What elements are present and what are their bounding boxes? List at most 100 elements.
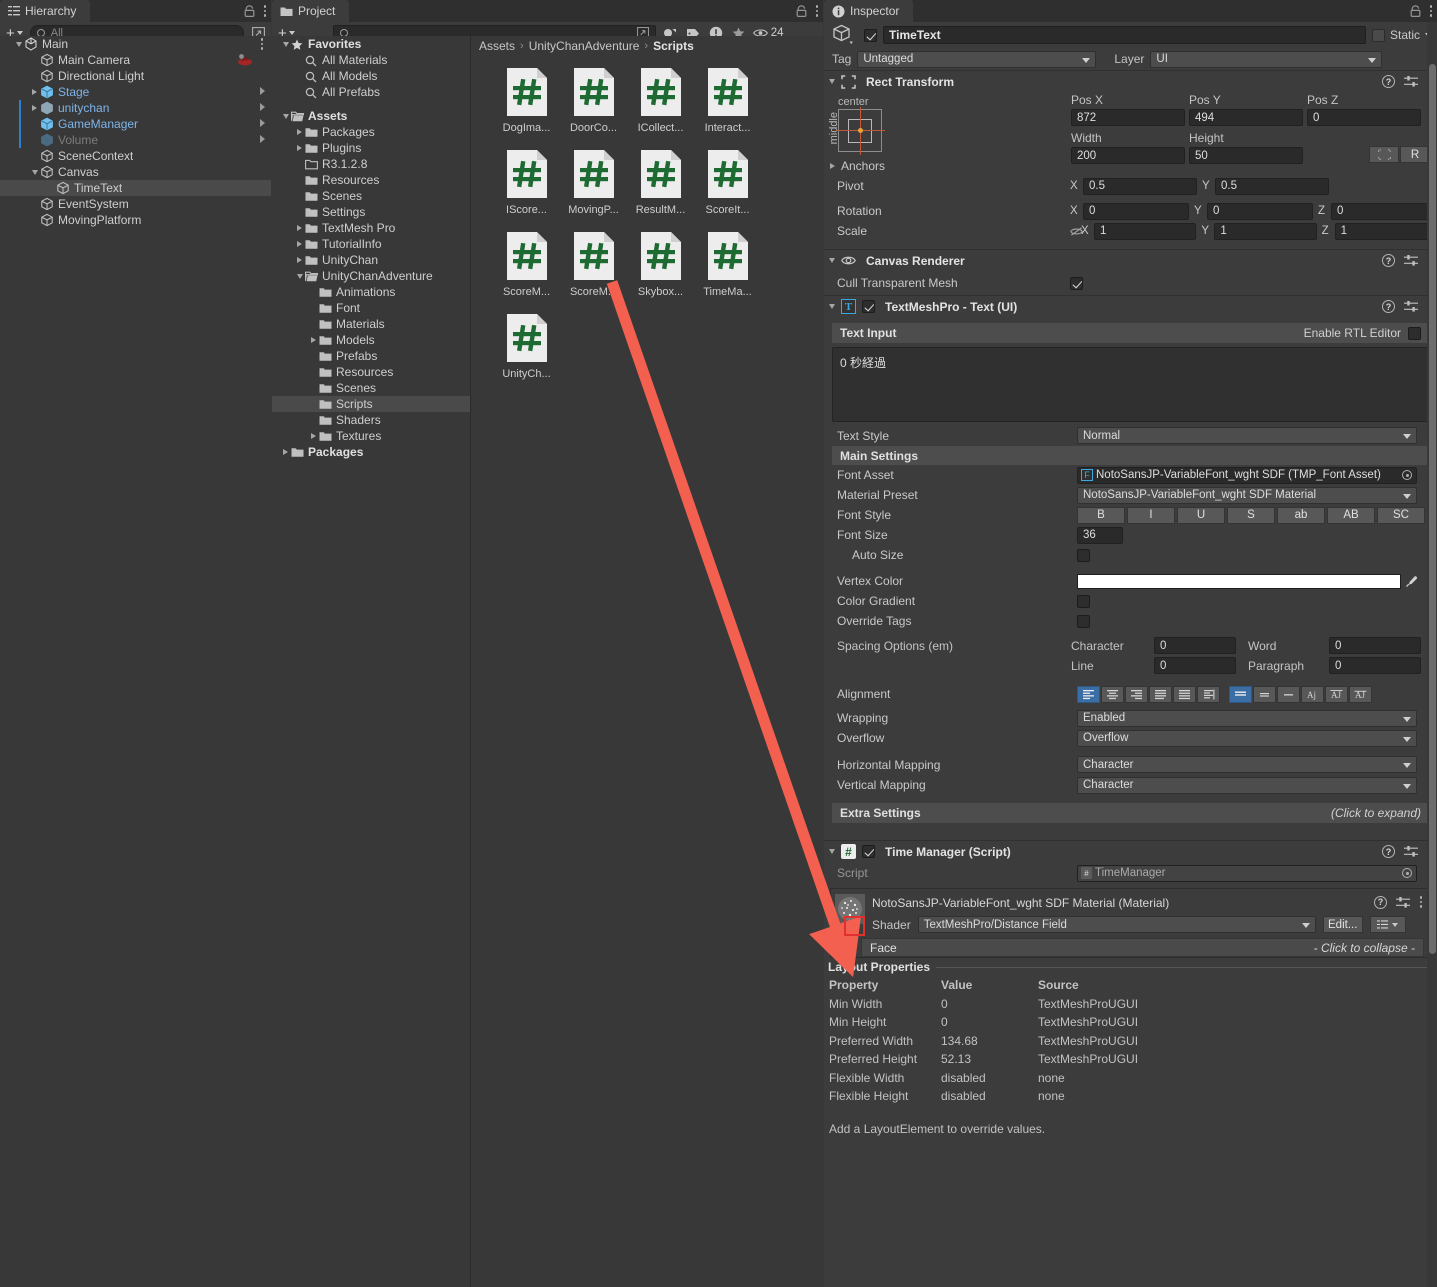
- lock-icon[interactable]: [1410, 5, 1421, 17]
- chevron-right-icon[interactable]: [260, 103, 265, 111]
- gameobject-name-input[interactable]: TimeText: [883, 26, 1366, 44]
- project-menu-icon[interactable]: [815, 4, 819, 18]
- foldout-icon[interactable]: [829, 849, 835, 854]
- foldout-icon[interactable]: [829, 304, 835, 309]
- hierarchy-item[interactable]: Stage: [0, 84, 271, 100]
- component-menu-icon[interactable]: [1419, 895, 1423, 909]
- material-preset-dropdown[interactable]: NotoSansJP-VariableFont_wght SDF Materia…: [1077, 487, 1417, 504]
- breadcrumb-item[interactable]: UnityChanAdventure: [529, 39, 640, 53]
- vertex-color-swatch[interactable]: [1077, 574, 1401, 589]
- project-folder-item[interactable]: Textures: [272, 428, 470, 444]
- align-flush-button[interactable]: [1173, 686, 1196, 703]
- blueprint-mode-button[interactable]: [1369, 146, 1399, 163]
- project-folder-item[interactable]: UnityChan: [272, 252, 470, 268]
- preset-icon[interactable]: [1404, 845, 1418, 858]
- asset-grid-item[interactable]: MovingP...: [560, 148, 627, 216]
- hierarchy-item[interactable]: Volume: [0, 132, 271, 148]
- text-input-textarea[interactable]: 0 秒経過: [832, 347, 1429, 422]
- project-folder-item[interactable]: Scenes: [272, 188, 470, 204]
- asset-grid-item[interactable]: ScoreIt...: [694, 148, 761, 216]
- rotation-y-field[interactable]: 0: [1207, 203, 1313, 220]
- align-top-button[interactable]: [1229, 686, 1252, 703]
- asset-grid-item[interactable]: DogIma...: [493, 66, 560, 134]
- font-style-b-button[interactable]: B: [1077, 507, 1125, 524]
- font-style-sc-button[interactable]: SC: [1377, 507, 1425, 524]
- pos-x-field[interactable]: 872: [1071, 109, 1185, 126]
- spacing-line-field[interactable]: 0: [1154, 657, 1236, 674]
- font-asset-field[interactable]: F NotoSansJP-VariableFont_wght SDF (TMP_…: [1077, 467, 1417, 484]
- scene-menu-icon[interactable]: [260, 37, 264, 51]
- project-folder-item[interactable]: All Models: [272, 68, 470, 84]
- hierarchy-item-selected[interactable]: TimeText: [0, 180, 271, 196]
- align-capline-button[interactable]: AJ: [1349, 686, 1372, 703]
- material-foldout-icon[interactable]: [847, 926, 853, 931]
- shader-dropdown[interactable]: TextMeshPro/Distance Field: [918, 916, 1316, 933]
- breadcrumb-item[interactable]: Assets: [479, 39, 515, 53]
- material-variants-button[interactable]: [1370, 916, 1406, 933]
- project-folder-item[interactable]: Settings: [272, 204, 470, 220]
- scale-x-field[interactable]: 1: [1094, 223, 1196, 240]
- hierarchy-item[interactable]: Canvas: [0, 164, 271, 180]
- hierarchy-item[interactable]: Main: [0, 36, 271, 52]
- height-field[interactable]: 50: [1189, 147, 1303, 164]
- project-folder-item[interactable]: Resources: [272, 364, 470, 380]
- project-folder-item[interactable]: Resources: [272, 172, 470, 188]
- hierarchy-item[interactable]: EventSystem: [0, 196, 271, 212]
- breadcrumb-item[interactable]: Scripts: [653, 39, 694, 53]
- project-folder-item[interactable]: TextMesh Pro: [272, 220, 470, 236]
- chevron-right-icon[interactable]: [260, 119, 265, 127]
- align-center-button[interactable]: [1101, 686, 1124, 703]
- inspector-menu-icon[interactable]: [1429, 4, 1433, 18]
- preset-icon[interactable]: [1404, 75, 1418, 88]
- inspector-scrollbar[interactable]: [1427, 22, 1437, 1287]
- asset-grid-item[interactable]: Skybox...: [627, 230, 694, 298]
- help-icon[interactable]: ?: [1382, 845, 1395, 858]
- override-tags-checkbox[interactable]: [1077, 615, 1090, 628]
- help-icon[interactable]: ?: [1374, 896, 1387, 909]
- preset-icon[interactable]: [1396, 896, 1410, 909]
- project-folder-item[interactable]: Prefabs: [272, 348, 470, 364]
- align-middle-button[interactable]: [1253, 686, 1276, 703]
- vertical-mapping-dropdown[interactable]: Character: [1077, 777, 1417, 794]
- eyedropper-icon[interactable]: [1401, 574, 1421, 589]
- asset-grid-item[interactable]: ResultM...: [627, 148, 694, 216]
- help-icon[interactable]: ?: [1382, 75, 1395, 88]
- gameobject-active-checkbox[interactable]: [864, 29, 877, 42]
- project-splitter[interactable]: [470, 36, 471, 1287]
- anchor-preset-widget[interactable]: [838, 109, 882, 152]
- extra-settings-bar[interactable]: Extra Settings (Click to expand): [832, 803, 1429, 823]
- rect-transform-header[interactable]: Rect Transform ?: [824, 70, 1437, 92]
- tmp-text-header[interactable]: T TextMeshPro - Text (UI) ?: [824, 295, 1437, 317]
- project-folder-item[interactable]: UnityChanAdventure: [272, 268, 470, 284]
- spacing-character-field[interactable]: 0: [1154, 637, 1236, 654]
- project-folder-item[interactable]: Favorites: [272, 36, 470, 52]
- chevron-right-icon[interactable]: [260, 87, 265, 95]
- project-folder-item[interactable]: Packages: [272, 124, 470, 140]
- overflow-dropdown[interactable]: Overflow: [1077, 730, 1417, 747]
- time-manager-header[interactable]: # Time Manager (Script) ?: [824, 840, 1437, 862]
- scale-z-field[interactable]: 1: [1335, 223, 1437, 240]
- tab-inspector[interactable]: Inspector: [824, 0, 913, 22]
- font-style-u-button[interactable]: U: [1177, 507, 1225, 524]
- project-folder-item[interactable]: All Prefabs: [272, 84, 470, 100]
- lock-icon[interactable]: [796, 5, 807, 17]
- canvas-renderer-header[interactable]: Canvas Renderer ?: [824, 249, 1437, 271]
- raw-edit-button[interactable]: R: [1400, 146, 1430, 163]
- hierarchy-item[interactable]: MovingPlatform: [0, 212, 271, 228]
- align-midline-button[interactable]: AJ: [1325, 686, 1348, 703]
- asset-grid-item[interactable]: ICollect...: [627, 66, 694, 134]
- text-style-dropdown[interactable]: Normal: [1077, 427, 1417, 444]
- hierarchy-item[interactable]: SceneContext: [0, 148, 271, 164]
- horizontal-mapping-dropdown[interactable]: Character: [1077, 756, 1417, 773]
- time-manager-enabled-checkbox[interactable]: [862, 845, 875, 858]
- pivot-x-field[interactable]: 0.5: [1083, 178, 1197, 195]
- rtl-checkbox[interactable]: [1408, 327, 1421, 340]
- align-right-button[interactable]: [1125, 686, 1148, 703]
- scale-y-field[interactable]: 1: [1214, 223, 1316, 240]
- spacing-paragraph-field[interactable]: 0: [1329, 657, 1421, 674]
- project-folder-item[interactable]: Materials: [272, 316, 470, 332]
- project-folder-item[interactable]: Scenes: [272, 380, 470, 396]
- project-folder-item[interactable]: Packages: [272, 444, 470, 460]
- project-folder-item[interactable]: Models: [272, 332, 470, 348]
- asset-grid-item[interactable]: UnityCh...: [493, 312, 560, 380]
